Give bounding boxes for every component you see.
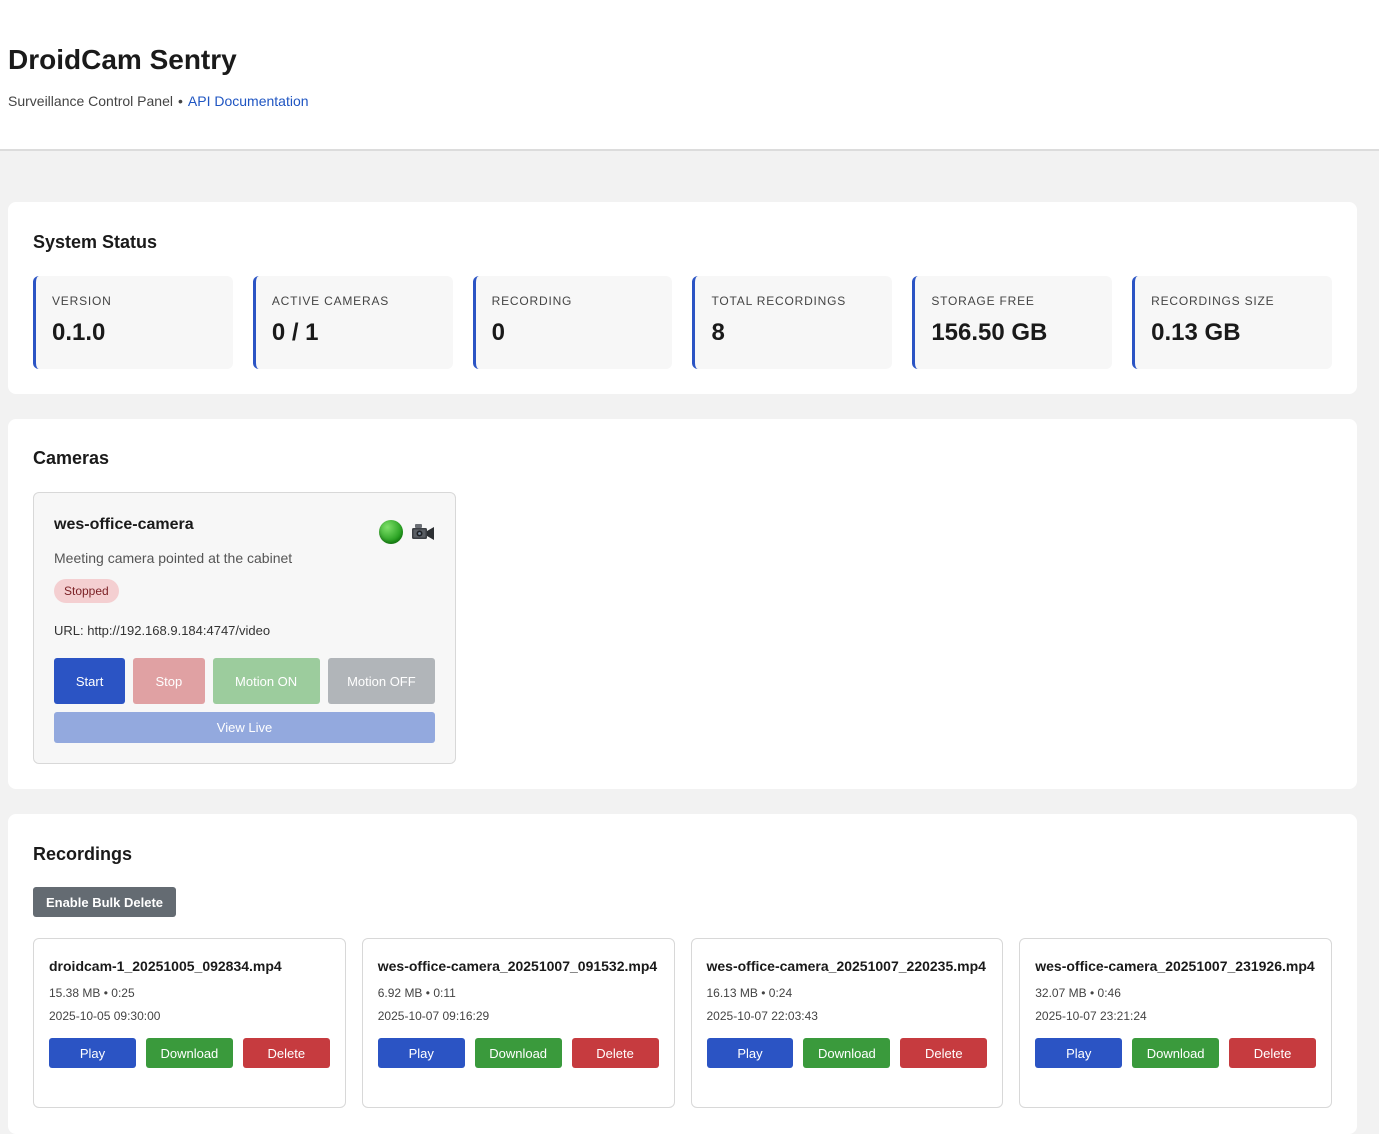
recording-card: droidcam-1_20251005_092834.mp4 15.38 MB … xyxy=(33,938,346,1108)
recordings-heading: Recordings xyxy=(33,844,133,864)
motion-off-button[interactable]: Motion OFF xyxy=(327,658,435,704)
recording-meta: 32.07 MB • 0:46 xyxy=(1035,985,1316,1001)
download-button[interactable]: Download xyxy=(474,1038,562,1068)
meta-separator: • xyxy=(761,986,766,1000)
meta-separator: • xyxy=(1089,986,1095,1000)
download-button[interactable]: Download xyxy=(1132,1038,1220,1068)
stat-value: 156.50 GB xyxy=(931,319,1048,346)
recording-filename: wes-office-camera_20251007_231926.mp4 xyxy=(1035,958,1315,974)
stat-active-cameras: ACTIVE CAMERAS 0 / 1 xyxy=(252,276,453,369)
recording-meta: 16.13 MB • 0:24 xyxy=(707,985,988,1001)
stat-label: STORAGE FREE xyxy=(931,294,1035,308)
delete-button[interactable]: Delete xyxy=(571,1038,659,1068)
cameras-panel: Cameras wes-office-camera Meeting camera… xyxy=(8,419,1357,789)
status-badge: Stopped xyxy=(54,579,119,603)
stat-storage-free: STORAGE FREE 156.50 GB xyxy=(912,276,1113,369)
recording-filename: droidcam-1_20251005_092834.mp4 xyxy=(49,958,282,974)
stat-label: RECORDING xyxy=(491,294,573,308)
stat-label: VERSION xyxy=(52,294,112,308)
stat-value: 0.1.0 xyxy=(52,319,106,346)
stat-value: 0.13 GB xyxy=(1151,319,1241,346)
recording-filename: wes-office-camera_20251007_220235.mp4 xyxy=(706,958,986,974)
camera-url: URL: http://192.168.9.184:4747/video xyxy=(54,623,271,638)
recording-size: 6.92 MB xyxy=(377,986,423,1000)
stat-label: ACTIVE CAMERAS xyxy=(271,294,390,308)
recording-card: wes-office-camera_20251007_220235.mp4 16… xyxy=(690,938,1004,1108)
start-button[interactable]: Start xyxy=(54,658,126,704)
subtitle-text: Surveillance Control Panel xyxy=(8,93,173,109)
page-header: DroidCam Sentry Surveillance Control Pan… xyxy=(0,0,1379,151)
recording-meta: 6.92 MB • 0:11 xyxy=(378,985,659,1001)
camera-name: wes-office-camera xyxy=(54,516,194,533)
download-button[interactable]: Download xyxy=(803,1038,891,1068)
delete-button[interactable]: Delete xyxy=(242,1038,330,1068)
stat-value: 8 xyxy=(711,319,725,346)
stats-row: VERSION 0.1.0 ACTIVE CAMERAS 0 / 1 RECOR… xyxy=(33,276,1332,369)
recording-duration: 0:25 xyxy=(111,986,135,1000)
camera-card: wes-office-camera Meeting camera pointed… xyxy=(33,492,456,764)
delete-button[interactable]: Delete xyxy=(1229,1038,1317,1068)
play-button[interactable]: Play xyxy=(377,1038,465,1068)
play-button[interactable]: Play xyxy=(49,1038,136,1068)
motion-on-button[interactable]: Motion ON xyxy=(212,658,320,704)
subtitle: Surveillance Control Panel • API Documenta… xyxy=(8,92,1371,110)
view-live-button[interactable]: View Live xyxy=(54,712,435,743)
recording-size: 15.38 MB xyxy=(49,986,101,1000)
recording-date: 2025-10-05 09:30:00 xyxy=(49,1009,161,1023)
recording-date: 2025-10-07 22:03:43 xyxy=(706,1009,818,1023)
green-circle-icon xyxy=(379,520,403,544)
recording-actions: Play Download Delete xyxy=(1035,1038,1317,1068)
recording-filename: wes-office-camera_20251007_091532.mp4 xyxy=(377,958,658,974)
recordings-panel: Recordings Enable Bulk Delete droidcam-1… xyxy=(8,814,1357,1134)
stat-recording: RECORDING 0 xyxy=(472,276,673,369)
meta-separator: • xyxy=(425,986,430,1000)
app-title: DroidCam Sentry xyxy=(8,44,237,75)
recording-actions: Play Download Delete xyxy=(377,1038,659,1068)
cameras-heading: Cameras xyxy=(33,448,110,468)
stat-value: 0 / 1 xyxy=(271,319,319,346)
system-status-panel: System Status VERSION 0.1.0 ACTIVE CAMER… xyxy=(8,202,1357,394)
enable-bulk-delete-button[interactable]: Enable Bulk Delete xyxy=(33,887,176,917)
camera-description: Meeting camera pointed at the cabinet xyxy=(54,550,293,566)
recording-size: 16.13 MB xyxy=(706,986,758,1000)
stat-total-recordings: TOTAL RECORDINGS 8 xyxy=(692,276,893,369)
recordings-grid: droidcam-1_20251005_092834.mp4 15.38 MB … xyxy=(33,938,1332,1108)
download-button[interactable]: Download xyxy=(145,1038,233,1068)
stat-recordings-size: RECORDINGS SIZE 0.13 GB xyxy=(1132,276,1332,369)
recording-actions: Play Download Delete xyxy=(49,1038,330,1068)
recording-date: 2025-10-07 09:16:29 xyxy=(377,1009,490,1023)
recording-actions: Play Download Delete xyxy=(706,1038,988,1068)
system-status-heading: System Status xyxy=(33,232,158,252)
subtitle-separator: • xyxy=(177,93,183,109)
recording-card: wes-office-camera_20251007_231926.mp4 32… xyxy=(1019,938,1332,1108)
stat-label: RECORDINGS SIZE xyxy=(1151,294,1275,308)
recording-duration: 0:24 xyxy=(768,986,793,1000)
recording-size: 32.07 MB xyxy=(1035,986,1087,1000)
delete-button[interactable]: Delete xyxy=(900,1038,988,1068)
stat-version: VERSION 0.1.0 xyxy=(33,276,233,369)
recording-duration: 0:11 xyxy=(433,986,456,1000)
meta-separator: • xyxy=(103,986,108,1000)
recording-date: 2025-10-07 23:21:24 xyxy=(1035,1009,1147,1023)
camera-status-icons xyxy=(379,520,435,544)
play-button[interactable]: Play xyxy=(1035,1038,1123,1068)
play-button[interactable]: Play xyxy=(706,1038,794,1068)
recording-duration: 0:46 xyxy=(1097,986,1121,1000)
recording-meta: 15.38 MB • 0:25 xyxy=(49,985,330,1001)
camera-controls: Start Stop Motion ON Motion OFF xyxy=(54,658,435,704)
stat-value: 0 xyxy=(491,319,506,346)
recording-card: wes-office-camera_20251007_091532.mp4 6.… xyxy=(361,938,675,1108)
api-documentation-link[interactable]: API Documentation xyxy=(188,93,309,109)
video-camera-icon xyxy=(412,524,434,540)
stat-label: TOTAL RECORDINGS xyxy=(711,294,847,308)
stop-button[interactable]: Stop xyxy=(133,658,205,704)
